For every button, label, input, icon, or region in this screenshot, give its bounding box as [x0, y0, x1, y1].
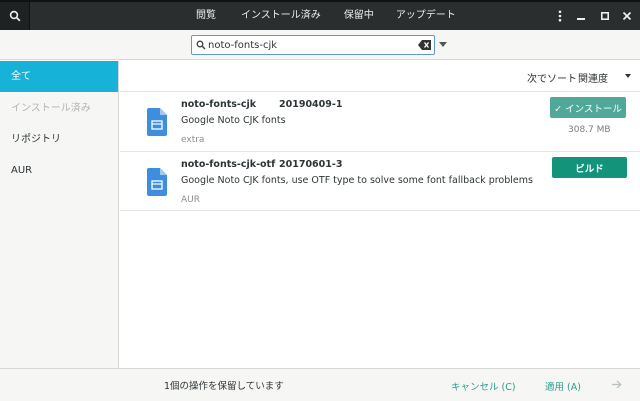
sidebar: 全て インストール済み リポジトリ AUR [0, 61, 119, 368]
header-bar: 閲覧 インストール済み 保留中 アップデート [0, 0, 640, 30]
minimize-button[interactable] [572, 2, 590, 30]
clear-search-icon[interactable] [418, 39, 432, 51]
install-button[interactable]: ✓ インストール [550, 97, 626, 118]
package-version: 20170601-3 [279, 159, 343, 170]
sort-dropdown[interactable]: 関連度 [577, 66, 637, 86]
package-list-panel: 次でソート 関連度 noto-fonts-cjk 20190409-1 Goog… [120, 61, 640, 368]
search-toggle-button[interactable] [0, 2, 30, 30]
package-description: Google Noto CJK fonts [181, 115, 286, 126]
minimize-icon [577, 18, 585, 20]
search-icon [9, 10, 20, 22]
package-repo: extra [181, 135, 205, 145]
package-row[interactable]: noto-fonts-cjk 20190409-1 Google Noto CJ… [120, 91, 640, 151]
tab-browse[interactable]: 閲覧 [188, 2, 224, 30]
search-input[interactable] [208, 37, 414, 53]
chevron-down-icon [625, 74, 631, 78]
package-size: 308.7 MB [568, 125, 611, 135]
sidebar-item-aur[interactable]: AUR [0, 155, 118, 186]
cancel-button[interactable]: キャンセル (C) [451, 379, 516, 393]
package-icon [147, 168, 167, 196]
package-icon [147, 108, 167, 136]
arrow-right-icon[interactable] [612, 380, 622, 389]
view-tabs: 閲覧 インストール済み 保留中 アップデート [188, 2, 464, 30]
sort-label: 次でソート [527, 74, 577, 85]
tab-updates[interactable]: アップデート [388, 2, 464, 30]
search-field[interactable] [191, 35, 435, 55]
package-name: noto-fonts-cjk [181, 99, 257, 110]
apply-button[interactable]: 適用 (A) [545, 379, 581, 393]
tab-installed[interactable]: インストール済み [233, 2, 329, 30]
sidebar-item-all[interactable]: 全て [0, 61, 118, 92]
sort-selected-value: 関連度 [578, 74, 608, 85]
sort-bar: 次でソート 関連度 [120, 61, 640, 91]
tab-pending[interactable]: 保留中 [336, 2, 382, 30]
close-button[interactable] [618, 2, 636, 30]
search-bar [0, 30, 640, 60]
transaction-bar: 1個の操作を保留しています キャンセル (C) 適用 (A) [0, 368, 640, 401]
package-repo: AUR [181, 195, 200, 205]
sidebar-item-installed: インストール済み [11, 103, 91, 114]
vertical-dots-icon [558, 10, 562, 22]
sidebar-item-repositories[interactable]: リポジトリ [0, 124, 118, 155]
pending-operations-text: 1個の操作を保留しています [164, 381, 284, 392]
menu-button[interactable] [552, 2, 568, 30]
close-icon [623, 12, 631, 20]
package-version: 20190409-1 [279, 99, 343, 110]
package-row[interactable]: noto-fonts-cjk-otf 20170601-3 Google Not… [120, 151, 640, 211]
search-options-chevron-down-icon[interactable] [439, 42, 447, 47]
maximize-button[interactable] [596, 2, 614, 30]
build-button[interactable]: ビルド [552, 157, 627, 178]
package-description: Google Noto CJK fonts, use OTF type to s… [181, 175, 533, 186]
package-name: noto-fonts-cjk-otf [181, 159, 276, 170]
search-icon [196, 40, 206, 50]
maximize-icon [601, 12, 609, 20]
